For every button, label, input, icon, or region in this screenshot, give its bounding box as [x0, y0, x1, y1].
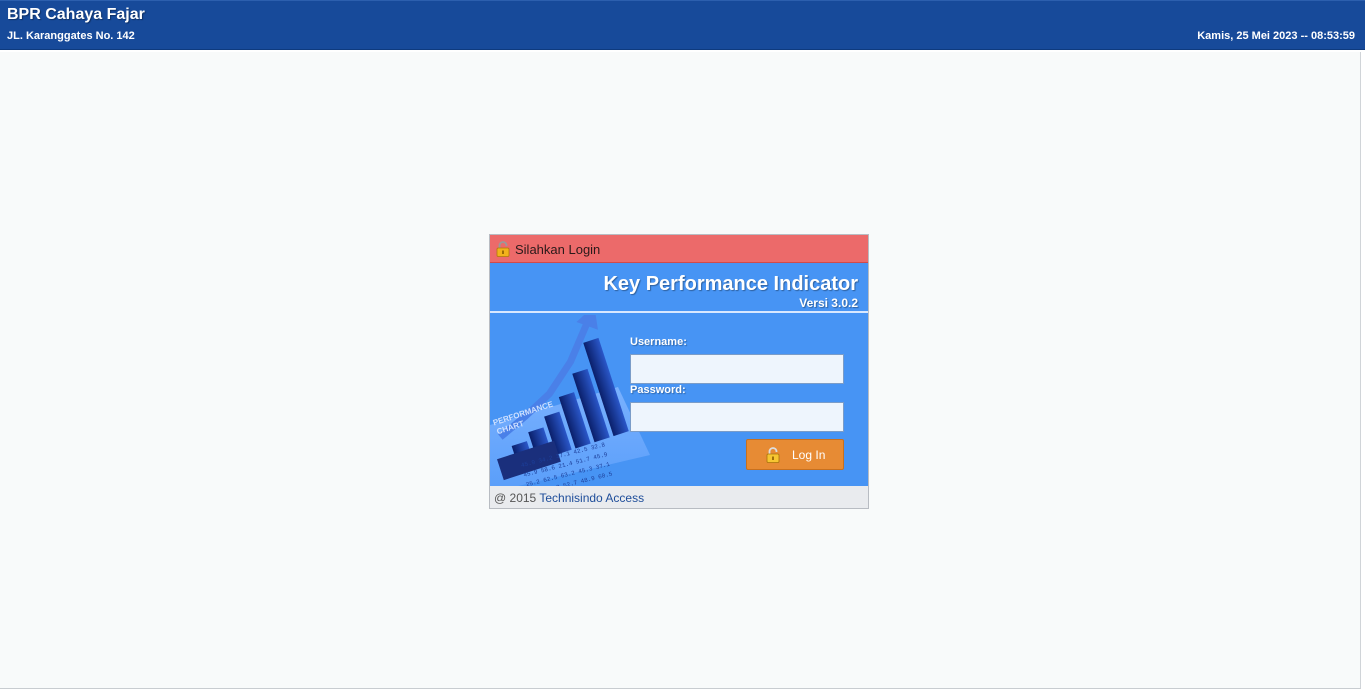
password-input[interactable]	[630, 402, 844, 432]
login-panel-footer: @ 2015 Technisindo Access	[490, 486, 868, 508]
login-button-label: Log In	[792, 448, 826, 462]
company-link[interactable]: Technisindo Access	[539, 491, 644, 505]
login-form-body: Key Performance Indicator Versi 3.0.2 PE…	[490, 263, 868, 486]
login-panel-title: Silahkan Login	[515, 242, 601, 257]
company-name: BPR Cahaya Fajar	[7, 6, 145, 23]
login-panel-header: Silahkan Login	[490, 235, 868, 263]
username-input[interactable]	[630, 354, 844, 384]
copyright-text: @ 2015 Technisindo Access	[494, 491, 644, 505]
password-label: Password:	[630, 384, 686, 396]
copyright-prefix: @ 2015	[494, 491, 537, 505]
username-label: Username:	[630, 336, 687, 348]
app-title: Key Performance Indicator	[603, 273, 858, 295]
lock-icon	[766, 447, 780, 463]
divider	[490, 311, 868, 313]
app-version: Versi 3.0.2	[799, 296, 858, 310]
login-panel: Silahkan Login Key Performance Indicator…	[489, 234, 869, 509]
company-address: JL. Karanggates No. 142	[7, 30, 135, 42]
lock-icon	[496, 241, 510, 257]
performance-chart-image: PERFORMANCE CHART 45.9 34.2 37.1 42.5 32…	[490, 315, 650, 486]
top-header-bar: BPR Cahaya Fajar JL. Karanggates No. 142…	[0, 0, 1365, 50]
current-datetime: Kamis, 25 Mei 2023 -- 08:53:59	[1197, 30, 1355, 42]
login-button[interactable]: Log In	[746, 439, 844, 470]
